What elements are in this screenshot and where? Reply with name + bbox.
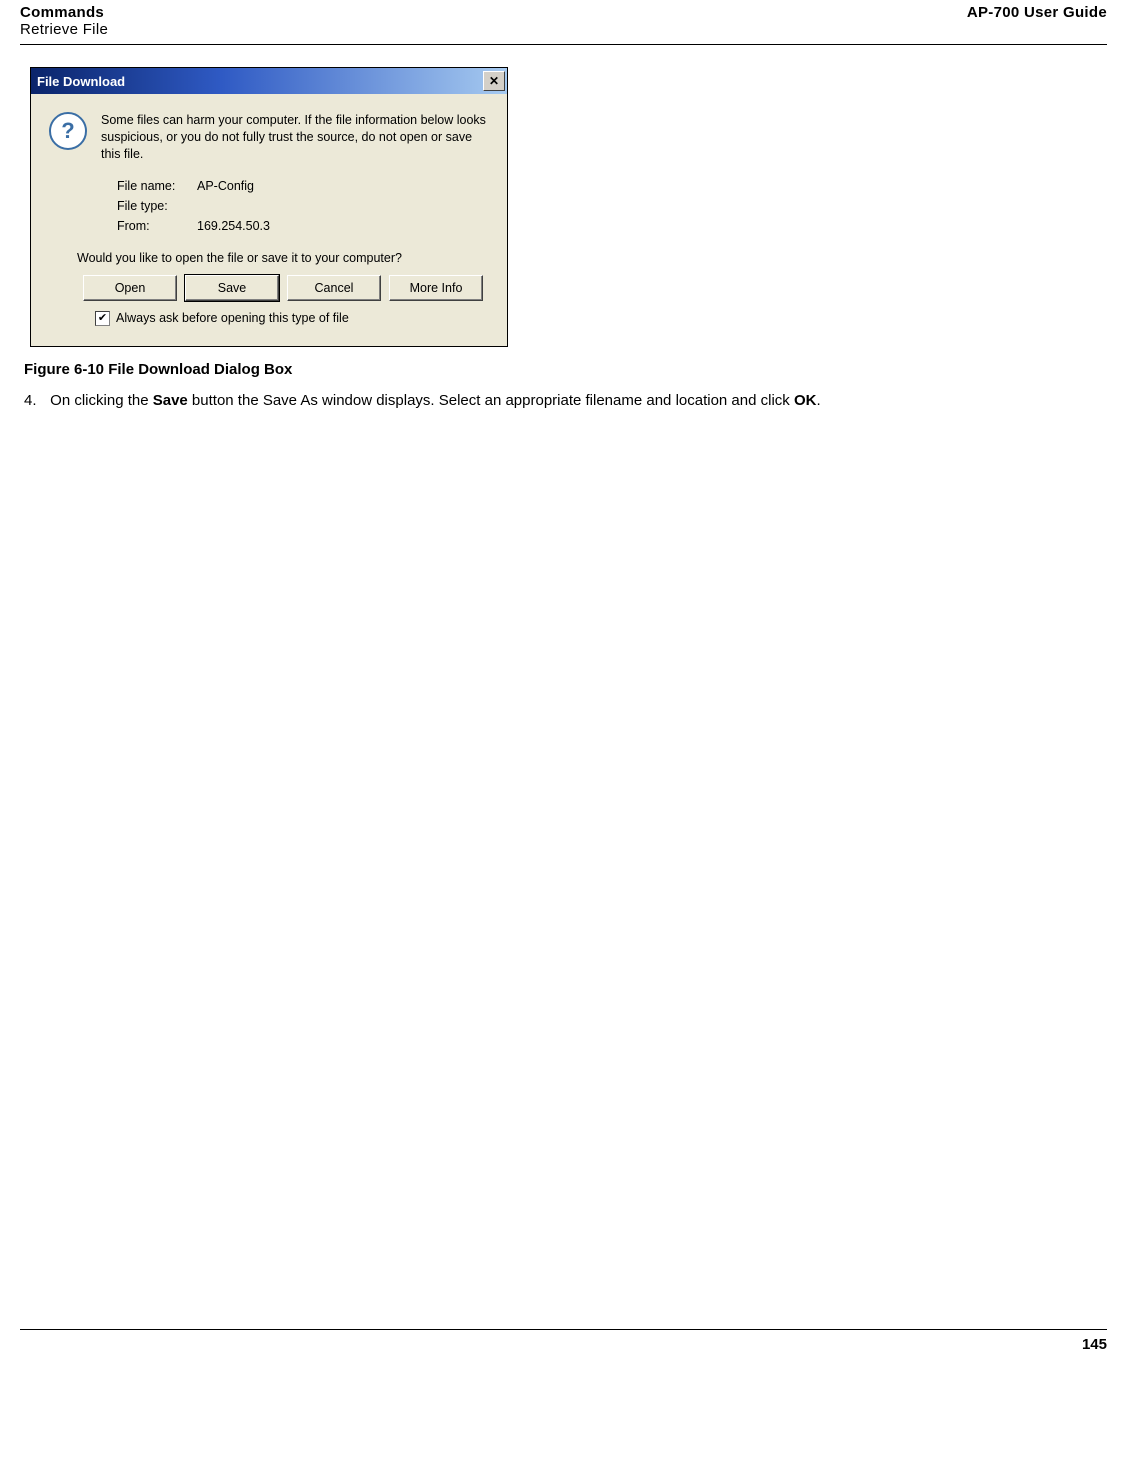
dialog-titlebar[interactable]: File Download ✕ — [31, 68, 507, 94]
header-left: Commands Retrieve File — [20, 4, 108, 38]
from-label: From: — [117, 219, 197, 233]
dialog-checkbox-row: ✔ Always ask before opening this type of… — [95, 311, 489, 326]
header-guide: AP-700 User Guide — [967, 4, 1107, 38]
step-pre: On clicking the — [50, 392, 153, 409]
header-subsection: Retrieve File — [20, 21, 108, 38]
step-4-text: 4. On clicking the Save button the Save … — [24, 392, 1107, 409]
dialog-prompt: Would you like to open the file or save … — [77, 251, 489, 265]
step-number: 4. — [24, 392, 46, 409]
more-info-button[interactable]: More Info — [389, 275, 483, 301]
dialog-top-row: ? Some files can harm your computer. If … — [49, 112, 489, 163]
step-mid: button the Save As window displays. Sele… — [188, 392, 794, 409]
dialog-warning-text: Some files can harm your computer. If th… — [101, 112, 489, 163]
dialog-button-row: Open Save Cancel More Info — [77, 275, 489, 301]
filename-label: File name: — [117, 179, 197, 193]
save-button[interactable]: Save — [185, 275, 279, 301]
step-post: . — [816, 392, 820, 409]
dialog-file-meta: File name: AP-Config File type: From: 16… — [117, 179, 489, 233]
page-footer: 145 — [20, 1329, 1107, 1353]
page-number: 145 — [1082, 1336, 1107, 1353]
always-ask-label: Always ask before opening this type of f… — [116, 311, 349, 325]
filetype-label: File type: — [117, 199, 197, 213]
dialog-body: ? Some files can harm your computer. If … — [31, 94, 507, 346]
close-icon[interactable]: ✕ — [483, 71, 505, 91]
dialog-title: File Download — [37, 74, 125, 89]
question-icon: ? — [49, 112, 87, 150]
open-button[interactable]: Open — [83, 275, 177, 301]
step-bold-save: Save — [153, 392, 188, 409]
page: Commands Retrieve File AP-700 User Guide… — [0, 0, 1127, 1373]
header-section: Commands — [20, 4, 108, 21]
filename-value: AP-Config — [197, 179, 489, 193]
figure-caption: Figure 6-10 File Download Dialog Box — [24, 361, 1107, 378]
always-ask-checkbox[interactable]: ✔ — [95, 311, 110, 326]
filetype-value — [197, 199, 489, 213]
file-download-dialog: File Download ✕ ? Some files can harm yo… — [30, 67, 508, 347]
cancel-button[interactable]: Cancel — [287, 275, 381, 301]
page-header: Commands Retrieve File AP-700 User Guide — [20, 0, 1107, 45]
step-bold-ok: OK — [794, 392, 817, 409]
from-value: 169.254.50.3 — [197, 219, 489, 233]
